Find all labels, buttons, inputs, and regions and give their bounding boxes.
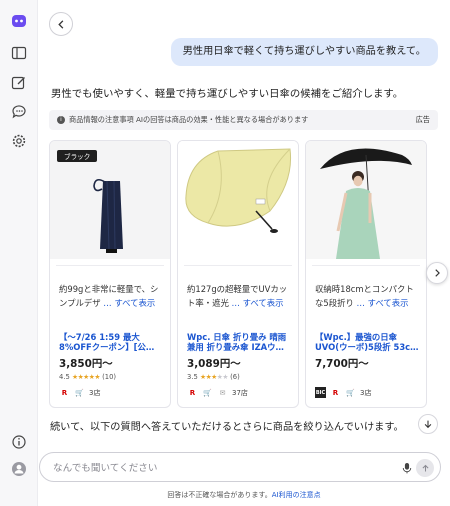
chat-input[interactable] xyxy=(53,459,383,477)
product-notice-bar: i 商品情報の注意事項 AIの回答は商品の効果・性能と異なる場合があります 広告 xyxy=(49,110,438,130)
product-title-link[interactable]: 【〜7/26 1:59 最大 8%OFFクーポン】[公… xyxy=(59,332,167,352)
product-rating: 3.5 ★★★★★ (6) xyxy=(187,373,240,381)
color-badge: ブラック xyxy=(57,150,98,162)
product-carousel: ブラック 約99gと非常に軽量で、シ ンプルデザ … すべて表示 【〜7/26 … xyxy=(49,140,429,408)
chevron-right-icon xyxy=(435,269,440,277)
shop-list[interactable]: R 🛒 3店 xyxy=(59,387,101,398)
product-image[interactable] xyxy=(178,141,298,259)
app-window: 男性用日傘で軽くて持ち運びしやすい商品を教えて。 男性でも使いやすく、軽量で持ち… xyxy=(0,0,450,506)
send-button[interactable] xyxy=(416,459,434,477)
mail-icon: ✉ xyxy=(219,388,226,397)
sidebar-toggle-icon[interactable] xyxy=(10,44,28,62)
back-button[interactable] xyxy=(49,12,73,36)
product-price: 3,850円〜 xyxy=(59,358,113,370)
account-icon[interactable] xyxy=(10,460,28,478)
product-description: 約99gと非常に軽量で、シ ンプルデザ … すべて表示 xyxy=(59,284,159,308)
chevron-left-icon xyxy=(57,19,63,29)
store-count: 3店 xyxy=(89,388,101,397)
bic-camera-icon: BIC xyxy=(315,387,326,398)
product-price: 7,700円〜 xyxy=(315,358,369,370)
product-title-link[interactable]: Wpc. 日傘 折り畳み 晴雨 兼用 折り畳み傘 IZAウ… xyxy=(187,332,295,352)
store-count: 37店 xyxy=(232,388,248,397)
copilot-logo-icon[interactable] xyxy=(10,12,28,30)
info-icon[interactable] xyxy=(10,433,28,451)
settings-icon[interactable] xyxy=(10,132,28,150)
divider xyxy=(56,265,164,266)
show-all-link[interactable]: … すべて表示 xyxy=(357,298,409,308)
shop-list[interactable]: R 🛒 ✉ 37店 xyxy=(187,387,248,398)
rakuten-icon: R xyxy=(189,388,196,397)
carousel-next-button[interactable] xyxy=(426,262,448,284)
mic-icon[interactable] xyxy=(400,460,414,476)
product-card[interactable]: 約127gの超軽量でUVカッ ト率・遮光 … すべて表示 Wpc. 日傘 折り畳… xyxy=(177,140,299,408)
rakuten-icon: R xyxy=(61,388,68,397)
product-rating: 4.5 ★★★★★ (10) xyxy=(59,373,117,381)
cart-icon: 🛒 xyxy=(203,388,212,397)
product-image[interactable] xyxy=(306,141,426,259)
chat-input-box xyxy=(39,452,441,482)
left-rail xyxy=(0,0,38,506)
woman-with-umbrella-image xyxy=(306,141,426,259)
yellow-umbrella-image xyxy=(178,141,298,259)
divider xyxy=(312,265,420,266)
divider xyxy=(184,265,292,266)
answer-intro-text: 男性でも使いやすく、軽量で持ち運びしやすい日傘の候補をご紹介します。 xyxy=(51,88,404,100)
store-count: 3店 xyxy=(360,388,372,397)
star-rating-icon: ★★★★★ xyxy=(71,373,100,381)
product-description: 約127gの超軽量でUVカッ ト率・遮光 … すべて表示 xyxy=(187,284,288,308)
new-chat-icon[interactable] xyxy=(10,74,28,92)
arrow-up-icon xyxy=(422,464,428,471)
ai-usage-notice-link[interactable]: AI利用の注意点 xyxy=(272,491,321,499)
followup-text: 続いて、以下の質問へ答えていただけるとさらに商品を絞り込んでいけます。 xyxy=(50,422,404,433)
product-title-link[interactable]: 【Wpc.】最強の日傘 UVO(ウーボ)5段折 53c… xyxy=(315,332,423,352)
star-rating-icon: ★★★★★ xyxy=(199,373,228,381)
user-message-bubble: 男性用日傘で軽くて持ち運びしやすい商品を教えて。 xyxy=(170,38,438,66)
ad-label[interactable]: 広告 xyxy=(416,115,430,125)
shop-list[interactable]: BIC R 🛒 3店 xyxy=(315,387,371,398)
scroll-down-button[interactable] xyxy=(418,414,438,434)
notice-text[interactable]: 商品情報の注意事項 AIの回答は商品の効果・性能と異なる場合があります xyxy=(69,115,308,125)
cart-icon: 🛒 xyxy=(75,388,84,397)
product-description: 収納時18cmとコンパクト な5段折り … すべて表示 xyxy=(315,284,414,308)
show-all-link[interactable]: … すべて表示 xyxy=(103,298,155,308)
rakuten-icon: R xyxy=(332,388,339,397)
product-card[interactable]: 収納時18cmとコンパクト な5段折り … すべて表示 【Wpc.】最強の日傘 … xyxy=(305,140,427,408)
disclaimer-footer: 回答は不正確な場合があります。AI利用の注意点 xyxy=(167,491,321,499)
product-card[interactable]: ブラック 約99gと非常に軽量で、シ ンプルデザ … すべて表示 【〜7/26 … xyxy=(49,140,171,408)
product-price: 3,089円〜 xyxy=(187,358,241,370)
chat-bubble-icon[interactable] xyxy=(10,103,28,121)
cart-icon: 🛒 xyxy=(346,388,355,397)
arrow-down-icon xyxy=(424,420,432,429)
notice-info-icon: i xyxy=(57,116,65,124)
show-all-link[interactable]: … すべて表示 xyxy=(232,298,284,308)
